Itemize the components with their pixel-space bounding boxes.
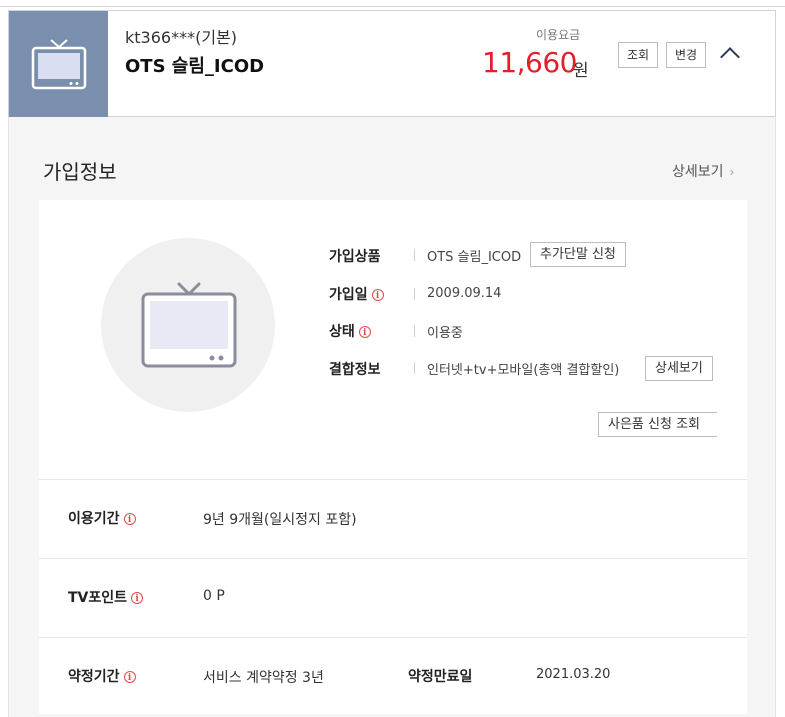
tv-point-value: 0 P — [203, 588, 225, 604]
tv-point-label-wrap: TV포인트 i — [68, 587, 144, 607]
service-card-header[interactable] — [8, 10, 776, 125]
add-device-button[interactable]: 추가단말 신청 — [530, 242, 626, 267]
divider — [39, 558, 747, 559]
product-name: OTS 슬림_ICOD — [125, 56, 265, 77]
usage-period-label-wrap: 이용기간 i — [68, 508, 136, 528]
detail-link-label: 상세보기 — [672, 164, 724, 180]
tv-point-label: TV포인트 — [68, 590, 128, 606]
contract-period-value: 서비스 계약약정 3년 — [203, 670, 324, 686]
contract-end-value: 2021.03.20 — [536, 667, 611, 682]
info-icon[interactable]: i — [371, 289, 384, 301]
tv-icon-large — [141, 282, 237, 368]
product-label: 가입상품 — [329, 249, 381, 265]
bundle-label: 결합정보 — [329, 362, 381, 378]
usage-period-label: 이용기간 — [68, 511, 120, 527]
status-label-wrap: 상태 i — [329, 321, 371, 341]
fee-label: 이용요금 — [536, 28, 581, 42]
tv-icon — [31, 39, 87, 90]
inquiry-button[interactable]: 조회 — [618, 42, 659, 68]
info-icon[interactable]: i — [358, 326, 371, 338]
separator — [414, 249, 415, 261]
contract-period-label: 약정기간 — [68, 669, 120, 685]
detail-link[interactable]: 상세보기 › — [672, 161, 734, 181]
info-icon[interactable]: i — [123, 671, 136, 683]
separator — [414, 288, 415, 300]
usage-period-value: 9년 9개월(일시정지 포함) — [203, 512, 357, 528]
info-icon[interactable]: i — [131, 592, 144, 604]
join-date-label: 가입일 — [329, 287, 368, 303]
separator — [414, 362, 415, 374]
change-button[interactable]: 변경 — [666, 42, 707, 68]
product-value: OTS 슬림_ICOD — [427, 250, 522, 265]
bundle-detail-button[interactable]: 상세보기 — [645, 356, 713, 381]
fee-unit: 원 — [573, 61, 589, 81]
service-icon-box — [9, 11, 108, 125]
status-value: 이용중 — [427, 326, 463, 341]
join-date-label-wrap: 가입일 i — [329, 284, 384, 304]
chevron-right-icon: › — [729, 165, 735, 179]
fee-amount: 11,660 — [482, 46, 577, 79]
divider — [39, 479, 747, 480]
status-label: 상태 — [329, 324, 355, 340]
bundle-value: 인터넷+tv+모바일(총액 결합할인) — [427, 363, 620, 378]
section-title: 가입정보 — [43, 160, 117, 184]
separator — [414, 325, 415, 337]
gift-inquiry-button[interactable]: 사은품 신청 조회 — [598, 412, 717, 437]
divider — [39, 637, 747, 638]
info-icon[interactable]: i — [123, 513, 136, 525]
contract-period-label-wrap: 약정기간 i — [68, 666, 136, 686]
join-date-value: 2009.09.14 — [427, 286, 502, 301]
account-id: kt366***(기본) — [125, 28, 238, 47]
contract-end-label: 약정만료일 — [408, 669, 473, 685]
top-divider — [0, 6, 785, 7]
